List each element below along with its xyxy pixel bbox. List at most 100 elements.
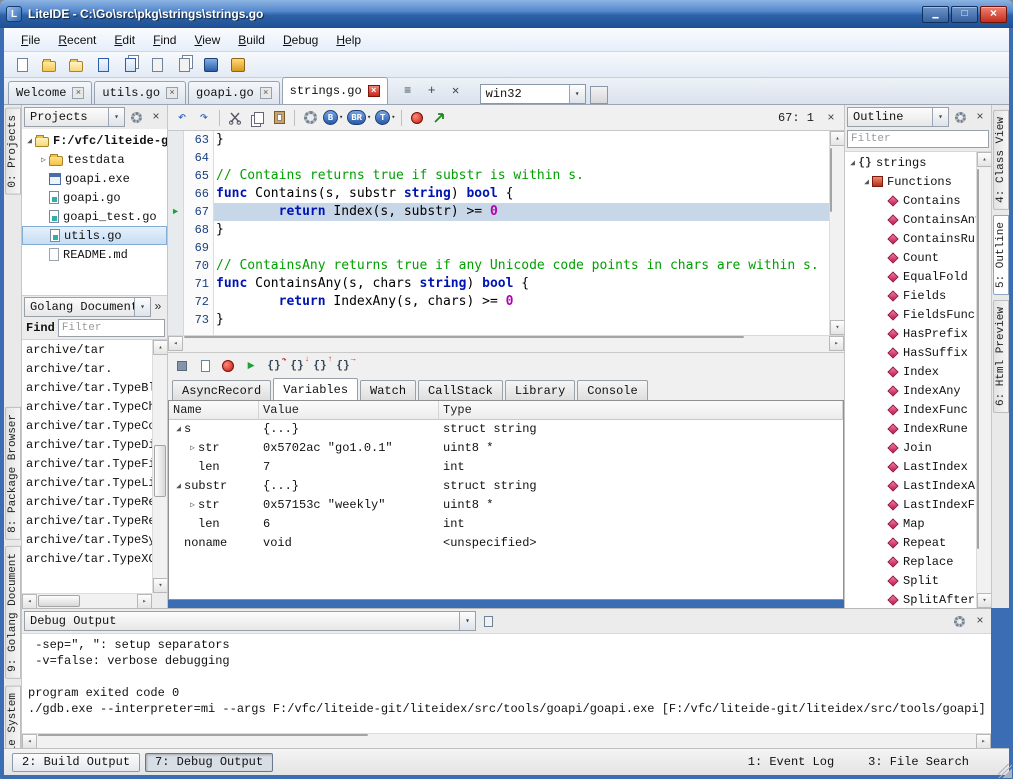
doc-list-item[interactable]: archive/tar — [22, 341, 152, 360]
tab-goapi-go[interactable]: goapi.go× — [188, 81, 280, 104]
save-session-icon[interactable] — [145, 54, 169, 76]
maximize-button[interactable]: □ — [951, 6, 978, 23]
doc-list-vscrollbar[interactable]: ▴ ▾ — [152, 340, 167, 593]
tab-utils-go[interactable]: utils.go× — [94, 81, 186, 104]
outline-tree-item[interactable]: Count — [845, 248, 976, 267]
outline-tree-item[interactable]: IndexAny — [845, 381, 976, 400]
outline-tree-item[interactable]: LastIndexFunc — [845, 495, 976, 514]
code-line-current[interactable]: return Index(s, substr) >= 0 — [214, 203, 829, 221]
project-tree-item[interactable]: goapi.go — [22, 188, 167, 207]
scroll-down-icon[interactable]: ▾ — [830, 320, 844, 335]
scroll-track[interactable] — [37, 734, 976, 748]
golang-document-combo[interactable]: Golang Document ▾ — [24, 297, 151, 317]
scroll-track[interactable] — [183, 336, 829, 352]
dock-tab-8-package-browser[interactable]: 8: Package Browser — [5, 407, 21, 540]
dock-tab-5-outline[interactable]: 5: Outline — [993, 215, 1009, 295]
outline-tree-item[interactable]: LastIndex — [845, 457, 976, 476]
close-panel-icon[interactable]: × — [971, 612, 989, 630]
variable-row[interactable]: ◢substr{...}struct string — [169, 477, 843, 496]
expand-panel-icon[interactable]: » — [151, 300, 165, 314]
menu-debug[interactable]: Debug — [274, 30, 327, 50]
outline-tree-item[interactable]: Map — [845, 514, 976, 533]
outline-tree-item[interactable]: Split — [845, 571, 976, 590]
editor-hscrollbar[interactable]: ◂ ▸ — [168, 336, 844, 352]
output-combo[interactable]: Debug Output ▾ — [24, 611, 476, 631]
open-editor-icon[interactable] — [172, 54, 196, 76]
debug-tab-variables[interactable]: Variables — [273, 378, 358, 400]
insert-breakpoint-icon[interactable] — [195, 356, 215, 376]
outline-tree-item[interactable]: ContainsRune — [845, 229, 976, 248]
code-area[interactable]: }// Contains returns true if substr is w… — [214, 131, 829, 335]
dock-tab-6-html-preview[interactable]: 6: Html Preview — [993, 300, 1009, 413]
dock-tab-9-golang-document[interactable]: 9: Golang Document — [5, 546, 21, 679]
menu-edit[interactable]: Edit — [105, 30, 144, 50]
step-into-icon[interactable]: {}↓ — [287, 356, 307, 376]
new-file-icon[interactable] — [10, 54, 34, 76]
env-settings-icon[interactable] — [590, 86, 608, 104]
project-tree-item[interactable]: goapi.exe — [22, 169, 167, 188]
outline-tree-item[interactable]: Repeat — [845, 533, 976, 552]
scroll-thumb[interactable] — [154, 445, 166, 497]
doc-list-item[interactable]: archive/tar.TypeCont — [22, 417, 152, 436]
variable-row[interactable]: nonamevoid<unspecified> — [169, 534, 843, 553]
scroll-thumb[interactable] — [977, 169, 979, 549]
statusbar-item-1-event-log[interactable]: 1: Event Log — [738, 755, 844, 769]
outline-tree-item[interactable]: HasSuffix — [845, 343, 976, 362]
close-editor-icon[interactable]: × — [822, 109, 840, 127]
expand-arrow-icon[interactable]: ▷ — [187, 439, 198, 458]
code-line[interactable]: return IndexAny(s, chars) >= 0 — [214, 293, 829, 311]
doc-list-item[interactable]: archive/tar.TypeFifo — [22, 455, 152, 474]
collapse-arrow-icon[interactable]: ◢ — [861, 177, 872, 187]
redo-icon[interactable]: ↷ — [194, 108, 214, 128]
build-target-combo[interactable]: win32 ▾ — [480, 84, 586, 104]
editor-list-icon[interactable]: ≡ — [398, 81, 418, 101]
outline-tree-item[interactable]: IndexRune — [845, 419, 976, 438]
chevron-down-icon[interactable]: ▾ — [932, 108, 948, 126]
expand-arrow-icon[interactable]: ▷ — [38, 155, 49, 165]
minimize-button[interactable]: ▁ — [922, 6, 949, 23]
doc-list-item[interactable]: archive/tar.TypeChar — [22, 398, 152, 417]
outline-filter-input[interactable] — [847, 130, 989, 148]
variable-row[interactable]: len7int — [169, 458, 843, 477]
code-editor[interactable]: ► 6364656667686970717273 }// Contains re… — [168, 131, 844, 336]
doc-list-item[interactable]: archive/tar.TypeSymlink — [22, 531, 152, 550]
code-line[interactable]: // ContainsAny returns true if any Unico… — [214, 257, 829, 275]
save-file-icon[interactable] — [91, 54, 115, 76]
record-icon[interactable] — [218, 356, 238, 376]
project-tree-item[interactable]: ▷testdata — [22, 150, 167, 169]
add-split-icon[interactable]: + — [422, 81, 442, 101]
home-icon[interactable] — [199, 54, 223, 76]
copy-icon[interactable] — [247, 108, 267, 128]
scroll-down-icon[interactable]: ▾ — [977, 593, 991, 608]
chevron-down-icon[interactable]: ▾ — [459, 612, 475, 630]
debug-tab-callstack[interactable]: CallStack — [418, 380, 503, 400]
dock-tab-4-class-view[interactable]: 4: Class View — [993, 110, 1009, 210]
scroll-right-icon[interactable]: ▸ — [976, 734, 991, 749]
build-icon[interactable]: B▾ — [322, 108, 344, 128]
step-out-icon[interactable]: {}↑ — [310, 356, 330, 376]
close-button[interactable]: × — [980, 6, 1007, 23]
step-over-icon[interactable]: {}↷ — [264, 356, 284, 376]
collapse-arrow-icon[interactable]: ◢ — [847, 158, 858, 168]
chevron-down-icon[interactable]: ▾ — [134, 298, 150, 316]
collapse-arrow-icon[interactable]: ◢ — [173, 420, 184, 439]
code-line[interactable]: // Contains returns true if substr is wi… — [214, 167, 829, 185]
tab-close-icon[interactable]: × — [260, 87, 272, 99]
doc-list-item[interactable]: archive/tar.TypeBlock — [22, 379, 152, 398]
outline-tree-item[interactable]: ◢Functions — [845, 172, 976, 191]
menu-recent[interactable]: Recent — [49, 30, 105, 50]
chevron-down-icon[interactable]: ▾ — [108, 108, 124, 126]
doc-list-item[interactable]: archive/tar. — [22, 360, 152, 379]
menu-help[interactable]: Help — [327, 30, 370, 50]
outline-tree-item[interactable]: Replace — [845, 552, 976, 571]
scroll-track[interactable] — [37, 594, 137, 608]
outline-combo[interactable]: Outline ▾ — [847, 107, 949, 127]
continue-icon[interactable]: ► — [241, 356, 261, 376]
projects-combo[interactable]: Projects ▾ — [24, 107, 125, 127]
debug-tab-library[interactable]: Library — [505, 380, 575, 400]
debug-output-hscrollbar[interactable]: ◂ ▸ — [22, 733, 991, 748]
settings-gear-icon[interactable] — [951, 108, 969, 126]
outline-tree-item[interactable]: Index — [845, 362, 976, 381]
outline-tree-item[interactable]: HasPrefix — [845, 324, 976, 343]
doc-list-item[interactable]: archive/tar.TypeReg — [22, 493, 152, 512]
